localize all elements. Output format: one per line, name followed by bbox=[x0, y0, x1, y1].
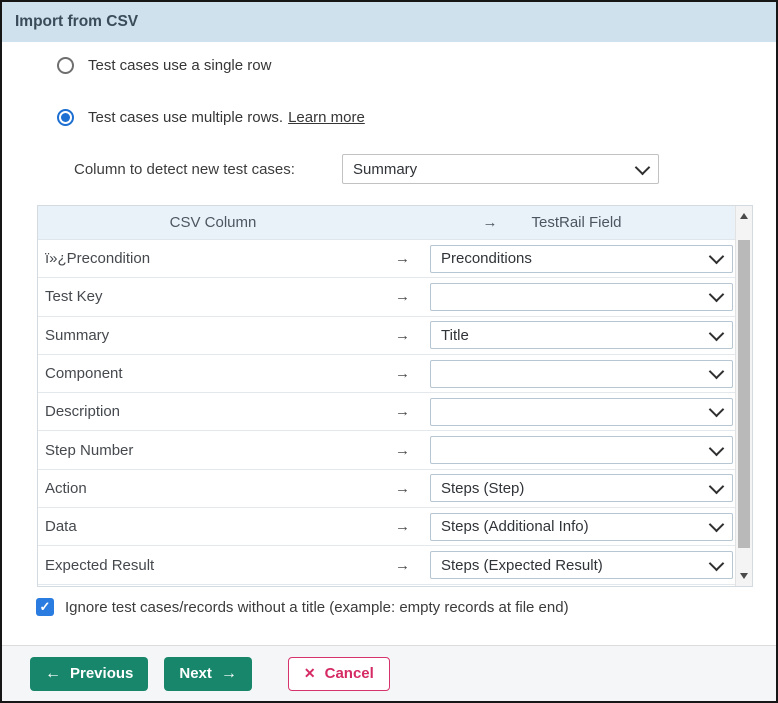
csv-column-label: Test Key bbox=[45, 288, 375, 305]
ignore-without-title-option[interactable]: ✓ Ignore test cases/records without a ti… bbox=[36, 598, 569, 616]
testrail-field-select[interactable] bbox=[430, 436, 733, 464]
testrail-field-header: TestRail Field bbox=[428, 206, 725, 239]
dialog-footer: ← Previous Next → ✕ Cancel bbox=[2, 645, 776, 701]
csv-column-label: Summary bbox=[45, 327, 375, 344]
option-multiple-rows[interactable]: Test cases use multiple rows. Learn more bbox=[57, 109, 365, 126]
table-row: Step Number → bbox=[38, 431, 752, 469]
field-select-value: Preconditions bbox=[441, 250, 532, 267]
arrow-right-icon: → bbox=[375, 288, 430, 305]
option-multiple-rows-label: Test cases use multiple rows. bbox=[88, 109, 283, 126]
cancel-button-label: Cancel bbox=[325, 665, 374, 682]
x-icon: ✕ bbox=[304, 665, 316, 682]
checkbox-checked-icon[interactable]: ✓ bbox=[36, 598, 54, 616]
previous-button-label: Previous bbox=[70, 665, 133, 682]
chevron-down-icon bbox=[709, 479, 725, 495]
testrail-field-select[interactable] bbox=[430, 283, 733, 311]
option-single-row[interactable]: Test cases use a single row bbox=[57, 57, 271, 74]
arrow-right-icon: → bbox=[375, 557, 430, 574]
csv-column-label: Data bbox=[45, 518, 375, 535]
table-scrollbar[interactable] bbox=[735, 206, 752, 586]
csv-column-label: Expected Result bbox=[45, 557, 375, 574]
arrow-right-icon: → bbox=[375, 480, 430, 497]
radio-unselected-icon[interactable] bbox=[57, 57, 74, 74]
field-select-value: Steps (Step) bbox=[441, 480, 524, 497]
chevron-down-icon bbox=[635, 159, 651, 175]
chevron-down-icon bbox=[709, 364, 725, 380]
testrail-field-select[interactable]: Steps (Expected Result) bbox=[430, 551, 733, 579]
arrow-right-icon: → bbox=[375, 327, 430, 344]
next-button[interactable]: Next → bbox=[164, 657, 252, 691]
table-row: Test Key → bbox=[38, 278, 752, 316]
table-row: Description → bbox=[38, 393, 752, 431]
testrail-field-select[interactable] bbox=[430, 360, 733, 388]
csv-column-label: Component bbox=[45, 365, 375, 382]
table-row: Data → Steps (Additional Info) bbox=[38, 508, 752, 546]
mapping-table: CSV Column → TestRail Field ï»¿Precondit… bbox=[37, 205, 753, 587]
check-icon: ✓ bbox=[40, 599, 51, 615]
import-from-csv-dialog: Import from CSV Test cases use a single … bbox=[0, 0, 778, 703]
arrow-right-icon: → bbox=[375, 518, 430, 535]
chevron-down-icon bbox=[709, 440, 725, 456]
scrollbar-thumb[interactable] bbox=[738, 240, 750, 548]
chevron-down-icon bbox=[709, 517, 725, 533]
testrail-field-select[interactable]: Preconditions bbox=[430, 245, 733, 273]
scroll-down-icon[interactable] bbox=[736, 566, 752, 586]
table-row: Component → bbox=[38, 355, 752, 393]
testrail-field-select[interactable]: Steps (Additional Info) bbox=[430, 513, 733, 541]
next-button-label: Next bbox=[179, 665, 212, 682]
testrail-field-select[interactable]: Steps (Step) bbox=[430, 474, 733, 502]
previous-button[interactable]: ← Previous bbox=[30, 657, 148, 691]
field-select-value: Steps (Additional Info) bbox=[441, 518, 589, 535]
mapping-table-header: CSV Column → TestRail Field bbox=[38, 206, 752, 240]
arrow-right-icon: → bbox=[375, 403, 430, 420]
table-row: Action → Steps (Step) bbox=[38, 470, 752, 508]
testrail-field-select[interactable] bbox=[430, 398, 733, 426]
csv-column-label: Description bbox=[45, 403, 375, 420]
table-row: ï»¿Precondition → Preconditions bbox=[38, 240, 752, 278]
ignore-option-label: Ignore test cases/records without a titl… bbox=[65, 599, 569, 616]
detect-column-label: Column to detect new test cases: bbox=[74, 161, 328, 178]
csv-column-header: CSV Column bbox=[38, 206, 388, 239]
option-single-row-label: Test cases use a single row bbox=[88, 57, 271, 74]
arrow-right-icon: → bbox=[221, 665, 237, 683]
detect-column-row: Column to detect new test cases: Summary bbox=[74, 154, 659, 184]
table-row: Expected Result → Steps (Expected Result… bbox=[38, 546, 752, 584]
arrow-right-icon: → bbox=[375, 365, 430, 382]
dialog-title: Import from CSV bbox=[15, 13, 138, 31]
csv-column-label: Step Number bbox=[45, 442, 375, 459]
csv-column-label: Action bbox=[45, 480, 375, 497]
chevron-down-icon bbox=[709, 555, 725, 571]
csv-column-label: ï»¿Precondition bbox=[45, 250, 375, 267]
detect-column-select-value: Summary bbox=[353, 161, 417, 178]
field-select-value: Steps (Expected Result) bbox=[441, 557, 603, 574]
field-select-value: Title bbox=[441, 327, 469, 344]
radio-selected-icon[interactable] bbox=[57, 109, 74, 126]
table-row: Summary → Title bbox=[38, 317, 752, 355]
arrow-left-icon: ← bbox=[45, 665, 61, 683]
detect-column-select[interactable]: Summary bbox=[342, 154, 659, 184]
scroll-up-icon[interactable] bbox=[736, 206, 752, 226]
arrow-right-icon: → bbox=[375, 250, 430, 267]
chevron-down-icon bbox=[709, 325, 725, 341]
chevron-down-icon bbox=[709, 287, 725, 303]
arrow-right-icon: → bbox=[375, 442, 430, 459]
chevron-down-icon bbox=[709, 402, 725, 418]
testrail-field-select[interactable]: Title bbox=[430, 321, 733, 349]
chevron-down-icon bbox=[709, 249, 725, 265]
cancel-button[interactable]: ✕ Cancel bbox=[288, 657, 390, 691]
learn-more-link[interactable]: Learn more bbox=[288, 109, 365, 126]
dialog-titlebar: Import from CSV bbox=[2, 2, 776, 42]
